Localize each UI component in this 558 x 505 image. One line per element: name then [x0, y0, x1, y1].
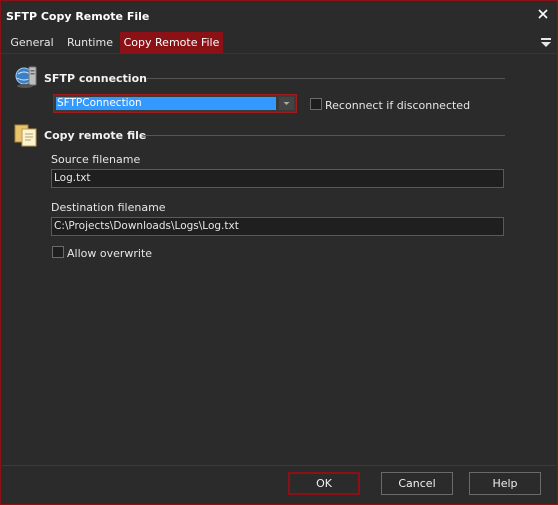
allow-overwrite-checkbox[interactable]: [52, 246, 64, 258]
tab-strip: General Runtime Copy Remote File: [1, 31, 557, 54]
source-filename-label: Source filename: [51, 153, 141, 166]
help-button[interactable]: Help: [469, 472, 541, 495]
dropdown-menu-icon[interactable]: [540, 36, 552, 48]
sftp-connection-value: SFTPConnection: [56, 97, 276, 110]
ok-button[interactable]: OK: [288, 472, 360, 495]
reconnect-checkbox[interactable]: [310, 98, 322, 110]
copy-file-icon: [13, 122, 39, 148]
chevron-down-icon[interactable]: [279, 97, 294, 110]
title-bar: SFTP Copy Remote File: [1, 1, 557, 31]
destination-filename-label: Destination filename: [51, 201, 166, 214]
dialog-window: SFTP Copy Remote File General Runtime Co…: [0, 0, 558, 505]
reconnect-label: Reconnect if disconnected: [325, 99, 471, 112]
copy-section-title: Copy remote file: [44, 129, 147, 142]
window-title: SFTP Copy Remote File: [6, 10, 150, 23]
footer-divider: [2, 465, 556, 466]
sftp-connection-icon: [13, 64, 39, 90]
section-divider: [143, 135, 505, 136]
cancel-button[interactable]: Cancel: [381, 472, 453, 495]
section-divider: [147, 78, 505, 79]
tab-runtime[interactable]: Runtime: [61, 32, 119, 54]
tab-copy-remote-file[interactable]: Copy Remote File: [120, 32, 223, 54]
tab-general[interactable]: General: [3, 32, 61, 54]
destination-filename-field[interactable]: C:\Projects\Downloads\Logs\Log.txt: [51, 217, 504, 236]
sftp-connection-select[interactable]: SFTPConnection: [53, 94, 297, 113]
allow-overwrite-label: Allow overwrite: [67, 247, 153, 260]
sftp-section-title: SFTP connection: [44, 72, 147, 85]
source-filename-field[interactable]: Log.txt: [51, 169, 504, 188]
close-icon[interactable]: [536, 7, 550, 21]
